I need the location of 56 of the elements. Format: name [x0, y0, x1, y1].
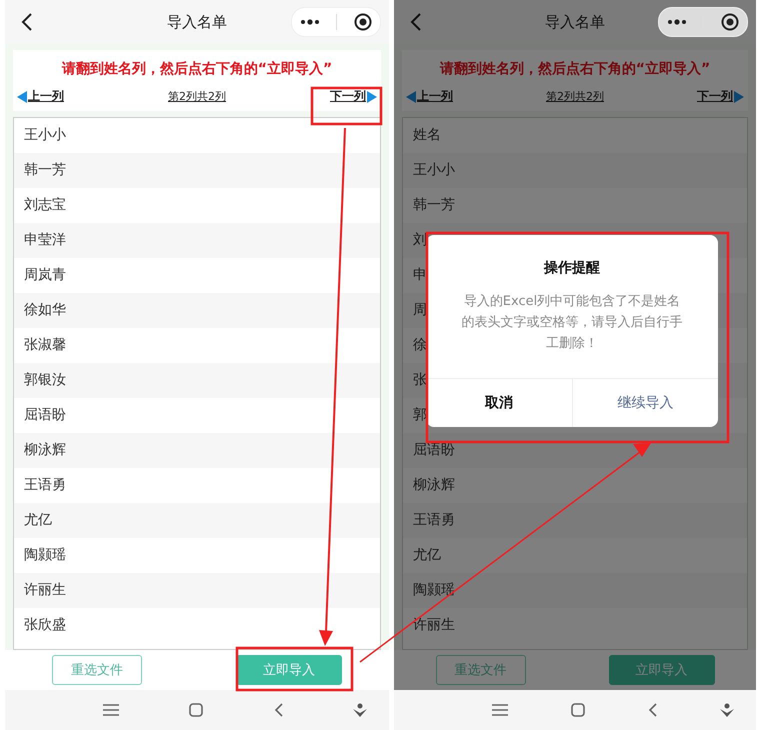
triangle-left-icon[interactable]: [406, 90, 416, 102]
name-row[interactable]: 尤亿: [14, 503, 380, 538]
name-row[interactable]: 韩一芳: [403, 188, 747, 223]
triangle-right-icon[interactable]: [734, 90, 744, 102]
name-row[interactable]: 许丽生: [14, 573, 380, 608]
menu-icon[interactable]: [103, 704, 119, 716]
assistant-icon[interactable]: [720, 703, 734, 717]
target-icon[interactable]: [354, 13, 372, 31]
name-row[interactable]: 尤亿: [403, 538, 747, 573]
name-row[interactable]: 王小小: [14, 118, 380, 153]
triangle-right-icon[interactable]: [367, 90, 377, 102]
page-title: 导入名单: [167, 12, 227, 32]
name-row[interactable]: 申莹洋: [14, 223, 380, 258]
name-row[interactable]: 刘志宝: [14, 188, 380, 223]
name-row[interactable]: 王语勇: [403, 503, 747, 538]
name-row[interactable]: 柳泳辉: [403, 468, 747, 503]
triangle-left-icon[interactable]: [17, 90, 27, 102]
name-row[interactable]: 张欣盛: [14, 608, 380, 643]
column-indicator[interactable]: 第2列共2列: [168, 89, 226, 104]
name-row[interactable]: 屈语盼: [14, 398, 380, 433]
more-icon[interactable]: [667, 19, 688, 25]
dialog-message: 导入的Excel列中可能包含了不是姓名的表头文字或空格等，请导入后自行手工删除！: [460, 293, 684, 353]
continue-button[interactable]: 继续导入: [572, 379, 718, 427]
assistant-icon[interactable]: [352, 703, 367, 717]
prev-column-link[interactable]: 上一列: [417, 88, 453, 105]
target-icon[interactable]: [720, 13, 739, 31]
highlight-frame: [310, 86, 382, 126]
hint-text: 请翻到姓名列，然后点右下角的“立即导入”: [438, 60, 712, 78]
name-row[interactable]: 郭银汝: [14, 363, 380, 398]
name-row[interactable]: 许丽生: [403, 608, 747, 643]
name-row[interactable]: 屈语盼: [403, 433, 747, 468]
column-indicator[interactable]: 第2列共2列: [546, 89, 604, 104]
menu-icon[interactable]: [492, 704, 508, 716]
home-square-icon[interactable]: [189, 703, 204, 717]
dialog-title: 操作提醒: [544, 259, 600, 277]
name-row[interactable]: 王语勇: [14, 468, 380, 503]
name-row[interactable]: 周岚青: [14, 258, 380, 293]
more-icon[interactable]: [300, 19, 320, 25]
next-column-link[interactable]: 下一列: [330, 88, 366, 105]
name-row[interactable]: 张淑馨: [14, 328, 380, 363]
name-row[interactable]: 陶颢瑶: [403, 573, 747, 608]
cancel-button[interactable]: 取消: [426, 379, 572, 427]
name-row[interactable]: 徐如华: [14, 293, 380, 328]
back-icon[interactable]: [21, 12, 33, 32]
hint-text: 请翻到姓名列，然后点右下角的“立即导入”: [60, 60, 334, 78]
name-row[interactable]: 韩一芳: [14, 153, 380, 188]
page-title: 导入名单: [545, 12, 605, 32]
next-column-link[interactable]: 下一列: [697, 88, 733, 105]
home-square-icon[interactable]: [571, 703, 585, 717]
name-row[interactable]: 姓名: [403, 118, 747, 153]
capsule-menu[interactable]: [658, 7, 748, 37]
name-row[interactable]: 柳泳辉: [14, 433, 380, 468]
name-row[interactable]: 陶颢瑶: [14, 538, 380, 573]
capsule-menu[interactable]: [291, 7, 381, 37]
prev-column-link[interactable]: 上一列: [28, 88, 64, 105]
name-row[interactable]: 王小小: [403, 153, 747, 188]
